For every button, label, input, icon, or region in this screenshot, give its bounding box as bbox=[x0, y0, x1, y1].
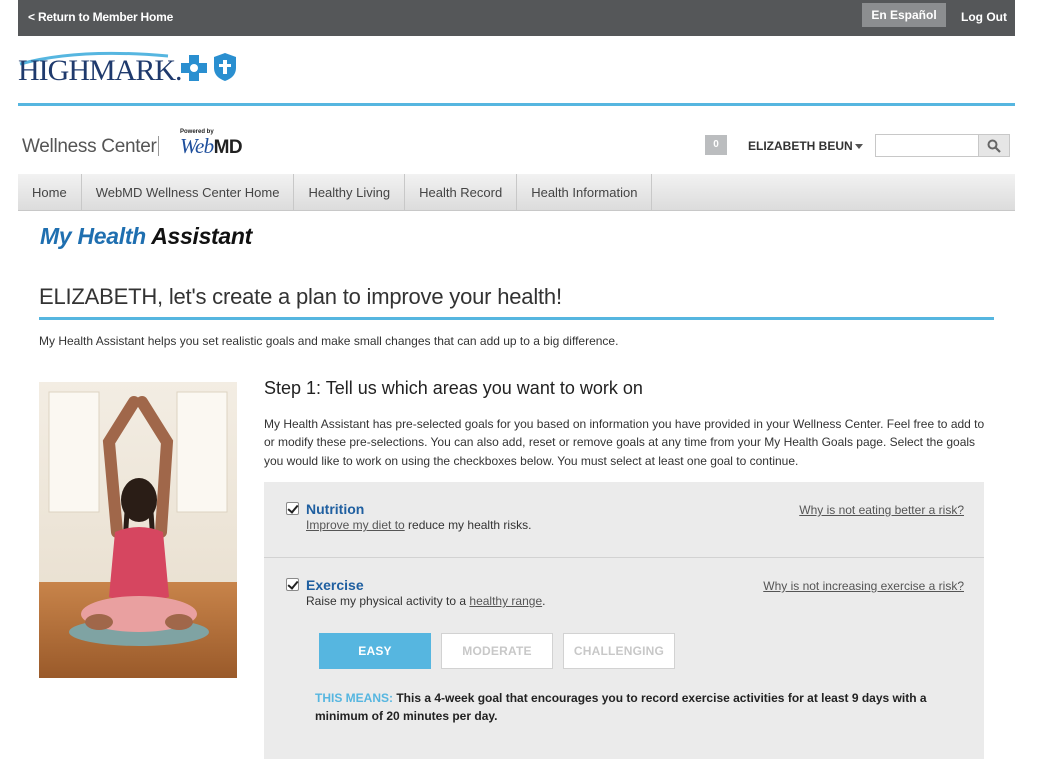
headline-divider bbox=[39, 317, 994, 320]
level-easy-button[interactable]: EASY bbox=[319, 633, 431, 669]
webmd-logo: WebMD bbox=[180, 134, 243, 159]
goal-separator bbox=[264, 557, 984, 558]
en-espanol-button[interactable]: En Español bbox=[862, 3, 946, 27]
wellness-center-label[interactable]: Wellness Center bbox=[22, 136, 157, 158]
headline: ELIZABETH, let's create a plan to improv… bbox=[39, 284, 562, 309]
top-bar: < Return to Member Home En Español Log O… bbox=[18, 0, 1015, 36]
yoga-photo bbox=[39, 382, 237, 678]
nutrition-goal-title[interactable]: Nutrition bbox=[306, 501, 364, 517]
healthy-range-link[interactable]: healthy range bbox=[469, 594, 542, 608]
goals-panel: Nutrition Improve my diet to reduce my h… bbox=[264, 482, 984, 759]
header-divider bbox=[18, 103, 1015, 106]
exercise-goal-title[interactable]: Exercise bbox=[306, 577, 364, 593]
level-moderate-button[interactable]: MODERATE bbox=[441, 633, 553, 669]
log-out-link[interactable]: Log Out bbox=[961, 10, 1007, 24]
right-gutter bbox=[1015, 0, 1047, 759]
nav-item-webmd-wellness-center-home[interactable]: WebMD Wellness Center Home bbox=[82, 174, 295, 211]
message-count-badge[interactable]: 0 bbox=[705, 135, 727, 155]
improve-my-diet-link[interactable]: Improve my diet to bbox=[306, 518, 405, 532]
nav-item-health-record[interactable]: Health Record bbox=[405, 174, 518, 211]
webmd-md-text: MD bbox=[213, 137, 243, 158]
this-means-label: THIS MEANS: bbox=[315, 691, 393, 705]
page-title-my-health: My Health bbox=[40, 223, 146, 249]
blue-shield-icon bbox=[214, 53, 236, 81]
nutrition-desc-rest: reduce my health risks. bbox=[404, 518, 532, 532]
nav-item-home[interactable]: Home bbox=[18, 174, 82, 211]
logo-text: HIGHMARK. bbox=[18, 54, 182, 87]
return-to-member-home-link[interactable]: < Return to Member Home bbox=[28, 10, 173, 24]
this-means-text: This a 4-week goal that encourages you t… bbox=[315, 691, 927, 723]
step-instructions: My Health Assistant has pre-selected goa… bbox=[264, 417, 985, 468]
exercise-risk-link[interactable]: Why is not increasing exercise a risk? bbox=[763, 579, 964, 593]
nutrition-risk-link[interactable]: Why is not eating better a risk? bbox=[799, 503, 964, 517]
exercise-desc-start: Raise my physical activity to a bbox=[306, 594, 470, 608]
blue-cross-icon bbox=[181, 55, 207, 81]
exercise-goal-description: Raise my physical activity to a healthy … bbox=[306, 594, 545, 608]
user-menu[interactable]: ELIZABETH BEUN bbox=[748, 139, 863, 153]
exercise-desc-end: . bbox=[542, 594, 546, 608]
nutrition-goal-description: Improve my diet to reduce my health risk… bbox=[306, 518, 531, 532]
level-challenging-button[interactable]: CHALLENGING bbox=[563, 633, 675, 669]
goal-explanation: THIS MEANS: This a 4-week goal that enco… bbox=[315, 689, 955, 725]
page-title-assistant: Assistant bbox=[151, 223, 253, 249]
exercise-checkbox[interactable] bbox=[286, 578, 299, 591]
nutrition-checkbox[interactable] bbox=[286, 502, 299, 515]
brand-divider bbox=[158, 136, 159, 156]
page-title: My Health Assistant bbox=[40, 223, 252, 250]
search-input[interactable] bbox=[875, 134, 979, 157]
page: < Return to Member Home En Español Log O… bbox=[18, 0, 1015, 759]
main-nav: Home WebMD Wellness Center Home Healthy … bbox=[18, 174, 1015, 211]
intro-text: My Health Assistant helps you set realis… bbox=[39, 334, 619, 348]
search-button[interactable] bbox=[978, 134, 1010, 157]
chevron-down-icon bbox=[854, 144, 863, 150]
woman-stretching-image bbox=[39, 382, 237, 678]
nav-item-health-information[interactable]: Health Information bbox=[517, 174, 653, 211]
nav-item-healthy-living[interactable]: Healthy Living bbox=[294, 174, 406, 211]
search-icon bbox=[987, 139, 1001, 153]
webmd-web-text: Web bbox=[180, 134, 214, 158]
user-name: ELIZABETH BEUN bbox=[748, 139, 853, 153]
step-title: Step 1: Tell us which areas you want to … bbox=[264, 378, 643, 398]
